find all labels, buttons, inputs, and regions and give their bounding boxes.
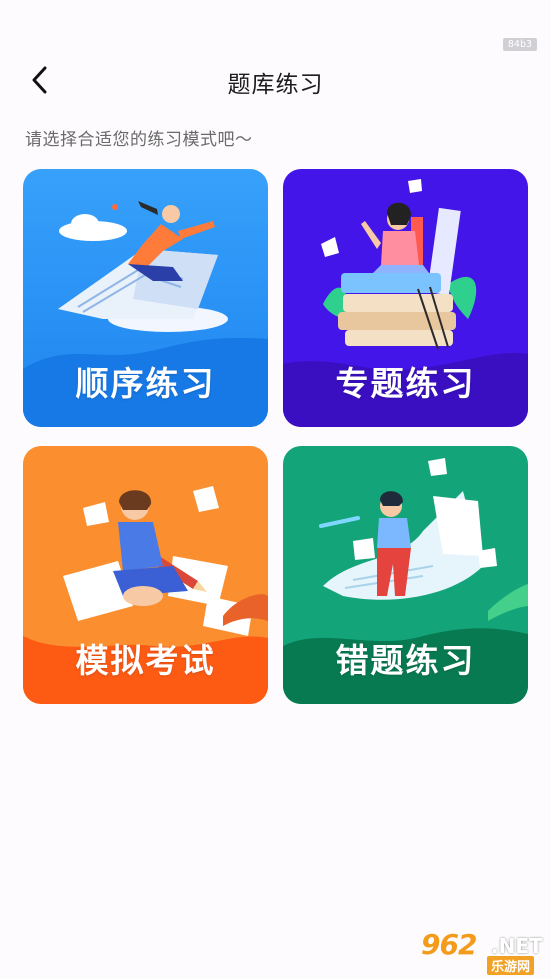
- topic-practice-card[interactable]: 专题练习: [283, 169, 528, 427]
- site-watermark: 962 .NET 乐游网: [413, 926, 547, 975]
- mistake-practice-card[interactable]: 错题练习: [283, 446, 528, 704]
- mock-exam-label: 模拟考试: [75, 641, 216, 680]
- practice-mode-page: 84b3 题库练习 请选择合适您的练习模式吧～ 顺序练习 专题练习 模拟考试 错…: [0, 0, 551, 979]
- subtitle: 请选择合适您的练习模式吧～: [25, 130, 253, 150]
- sequential-practice-card[interactable]: 顺序练习: [23, 169, 268, 427]
- mock-exam-card[interactable]: 模拟考试: [23, 446, 268, 704]
- mistake-practice-label: 错题练习: [335, 641, 476, 680]
- topic-practice-label: 专题练习: [335, 364, 476, 403]
- sequential-practice-label: 顺序练习: [75, 364, 216, 403]
- header: 题库练习: [0, 56, 551, 104]
- watermark-cn: 乐游网: [487, 956, 535, 975]
- debug-tag: 84b3: [502, 38, 537, 51]
- watermark-net: .NET: [491, 934, 543, 958]
- page-title: 题库练习: [227, 72, 324, 98]
- watermark-number: 962: [421, 928, 477, 961]
